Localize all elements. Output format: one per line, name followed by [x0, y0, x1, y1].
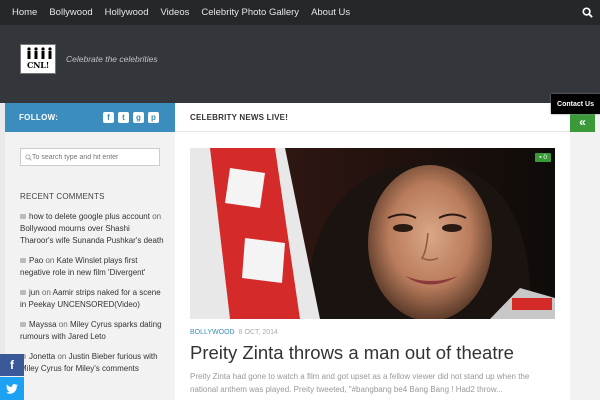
left-sidebar: FOLLOW: f t g p RECENT COMMENTS how to d… [5, 103, 175, 400]
facebook-icon[interactable]: f [103, 112, 114, 123]
post-excerpt: Preity Zinta had gone to watch a film an… [190, 372, 530, 394]
contact-us-tab[interactable]: Contact Us [551, 94, 600, 114]
search-icon[interactable] [575, 0, 600, 25]
comment-author[interactable]: jun [29, 288, 40, 297]
sidebar-search [20, 148, 160, 166]
list-item: how to delete google plus account on Bol… [20, 211, 165, 247]
comment-on: on [45, 256, 55, 265]
logo-figures-icon [27, 47, 52, 59]
comment-bubble-icon [20, 214, 26, 220]
site-tagline: Celebrate the celebrities [66, 54, 158, 64]
logo-text: CNL! [26, 60, 50, 70]
list-item: Jonetta on Justin Bieber furious with Mi… [20, 351, 165, 375]
nav-item-home[interactable]: Home [0, 0, 43, 25]
comment-bubble-icon [20, 290, 26, 296]
section-header: CELEBRITY NEWS LIVE! [175, 103, 570, 132]
comment-on: on [58, 320, 68, 329]
post-date: 8 OCT, 2014 [238, 329, 278, 336]
comment-author[interactable]: Pao [29, 256, 43, 265]
recent-comments-title: RECENT COMMENTS [20, 192, 105, 201]
comment-on: on [41, 288, 51, 297]
nav-item-hollywood[interactable]: Hollywood [99, 0, 155, 25]
list-item: Mayssa on Miley Cyrus sparks dating rumo… [20, 319, 165, 343]
comment-author[interactable]: Jonetta [29, 352, 55, 361]
search-field-icon [25, 153, 32, 161]
nav-item-celebrity-photo-gallery[interactable]: Celebrity Photo Gallery [195, 0, 305, 25]
search-input[interactable] [32, 153, 152, 161]
list-item: jun on Aamir strips naked for a scene in… [20, 287, 165, 311]
site-header: CNL! Celebrate the celebrities [0, 25, 600, 103]
recent-comments-list: how to delete google plus account on Bol… [20, 211, 165, 383]
social-icons: f t g p [103, 112, 159, 123]
facebook-share-icon[interactable]: f [0, 354, 24, 376]
right-sidebar-strip [570, 103, 600, 400]
site-logo[interactable]: CNL! [20, 44, 56, 74]
comment-author[interactable]: Mayssa [29, 320, 57, 329]
comment-count-badge[interactable]: ▪ 0 [535, 153, 551, 162]
follow-bar: FOLLOW: f t g p [5, 103, 175, 132]
comment-bubble-icon [20, 258, 26, 264]
top-nav: Home Bollywood Hollywood Videos Celebrit… [0, 0, 600, 25]
twitter-icon[interactable]: t [118, 112, 129, 123]
comment-author[interactable]: how to delete google plus account [29, 212, 150, 221]
comment-count: 0 [543, 154, 547, 161]
post-title[interactable]: Preity Zinta throws a man out of theatre [190, 342, 514, 364]
pinterest-icon[interactable]: p [148, 112, 159, 123]
featured-image[interactable]: ▪ 0 [190, 148, 555, 319]
post-meta: BOLLYWOOD 8 OCT, 2014 [190, 329, 278, 336]
comment-bubble-icon: ▪ [539, 154, 542, 161]
google-plus-icon[interactable]: g [133, 112, 144, 123]
collapse-arrow-icon[interactable]: « [570, 111, 595, 132]
follow-label: FOLLOW: [19, 113, 59, 122]
twitter-share-icon[interactable] [0, 377, 24, 400]
comment-on: on [152, 212, 162, 221]
comment-bubble-icon [20, 322, 26, 328]
comment-post-link[interactable]: Bollywood mourns over Shashi Tharoor's w… [20, 224, 164, 245]
featured-photo [190, 148, 555, 319]
nav-item-about-us[interactable]: About Us [305, 0, 356, 25]
comment-on: on [57, 352, 67, 361]
section-title: CELEBRITY NEWS LIVE! [190, 112, 289, 122]
nav-item-videos[interactable]: Videos [154, 0, 195, 25]
post-category[interactable]: BOLLYWOOD [190, 329, 235, 336]
main-content: CELEBRITY NEWS LIVE! ▪ 0 BOLLYWOOD 8 OCT… [175, 103, 570, 400]
list-item: Pao on Kate Winslet plays first negative… [20, 255, 165, 279]
nav-item-bollywood[interactable]: Bollywood [43, 0, 98, 25]
